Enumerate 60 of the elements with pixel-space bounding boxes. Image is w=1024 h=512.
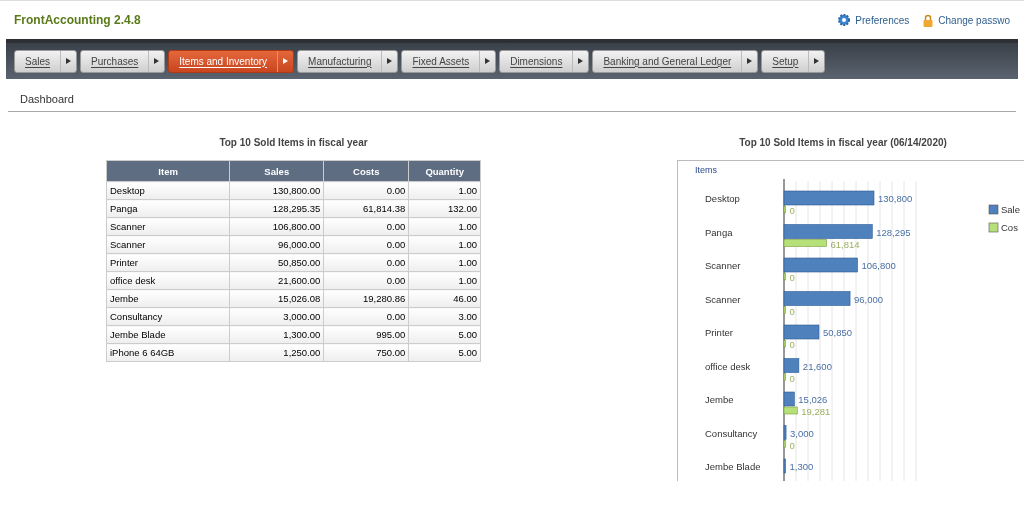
menu-tab[interactable]: Fixed Assets (401, 49, 497, 73)
value-label: 0 (789, 205, 795, 216)
menu-tab[interactable]: Dimensions (499, 49, 590, 73)
column-header: Quantity (408, 160, 481, 182)
menu-tab[interactable]: Items and Inventory (168, 49, 295, 73)
menu-tab[interactable]: Setup (761, 49, 826, 73)
legend-label: Sale (1001, 204, 1020, 215)
value-label: 0 (789, 272, 795, 283)
arrow-icon (283, 58, 289, 64)
value-label: 50,850 (823, 327, 853, 338)
value-label: 3,000 (790, 427, 814, 439)
category-label: Scanner (705, 293, 741, 305)
value-label: 1,300 (789, 461, 814, 472)
arrow-icon (747, 58, 753, 64)
padlock-icon (923, 13, 934, 27)
legend-label: Cos (1001, 222, 1018, 233)
legend-swatch (988, 222, 999, 233)
category-label: Panga (705, 226, 733, 238)
category-label: Printer (705, 327, 733, 338)
legend-swatch (988, 204, 999, 215)
menu-tab[interactable]: Banking and General Ledger (592, 49, 759, 73)
value-label: 61,814 (830, 238, 860, 250)
column-header: Item (106, 160, 230, 182)
category-label: Scanner (705, 260, 741, 271)
column-header: Sales (229, 160, 324, 182)
value-label: 106,800 (861, 260, 896, 271)
value-label: 0 (789, 305, 795, 317)
category-label: Desktop (705, 193, 740, 204)
axis-title: Items (695, 165, 717, 175)
value-label: 21,600 (802, 360, 832, 372)
arrow-icon (154, 58, 160, 64)
arrow-icon (578, 58, 584, 64)
category-label: Jembe Blade (705, 461, 761, 472)
value-label: 130,800 (878, 193, 913, 204)
value-label: 19,281 (801, 406, 831, 417)
arrow-icon (387, 58, 393, 64)
column-header: Costs (323, 160, 409, 182)
category-label: Jembe (705, 394, 734, 405)
change-password-link[interactable]: Change passwo (923, 13, 1010, 27)
arrow-icon (814, 58, 820, 64)
value-label: 0 (789, 439, 795, 451)
arrow-icon (66, 58, 71, 64)
bar (783, 458, 786, 474)
app-title: FrontAccounting 2.4.8 (14, 13, 141, 27)
menu-tab[interactable]: Sales (14, 49, 77, 73)
preferences-link[interactable]: Preferences (838, 14, 910, 26)
arrow-icon (485, 58, 491, 64)
value-label: 0 (789, 339, 795, 350)
chart-title: Top 10 Sold Items in fiscal year (06/14/2020) (738, 137, 948, 150)
menu-tab[interactable]: Manufacturing (297, 49, 399, 73)
menu-tab[interactable]: Purchases (80, 49, 166, 73)
value-label: 96,000 (854, 293, 884, 305)
category-label: office desk (705, 360, 751, 372)
value-label: 0 (789, 372, 795, 384)
gear-icon (838, 14, 851, 26)
table-title: Top 10 Sold Items in fiscal year (218, 137, 369, 150)
value-label: 128,295 (876, 226, 911, 238)
category-label: Consultancy (705, 427, 758, 439)
value-label: 15,026 (798, 394, 828, 405)
page-title: Dashboard (8, 79, 1016, 112)
